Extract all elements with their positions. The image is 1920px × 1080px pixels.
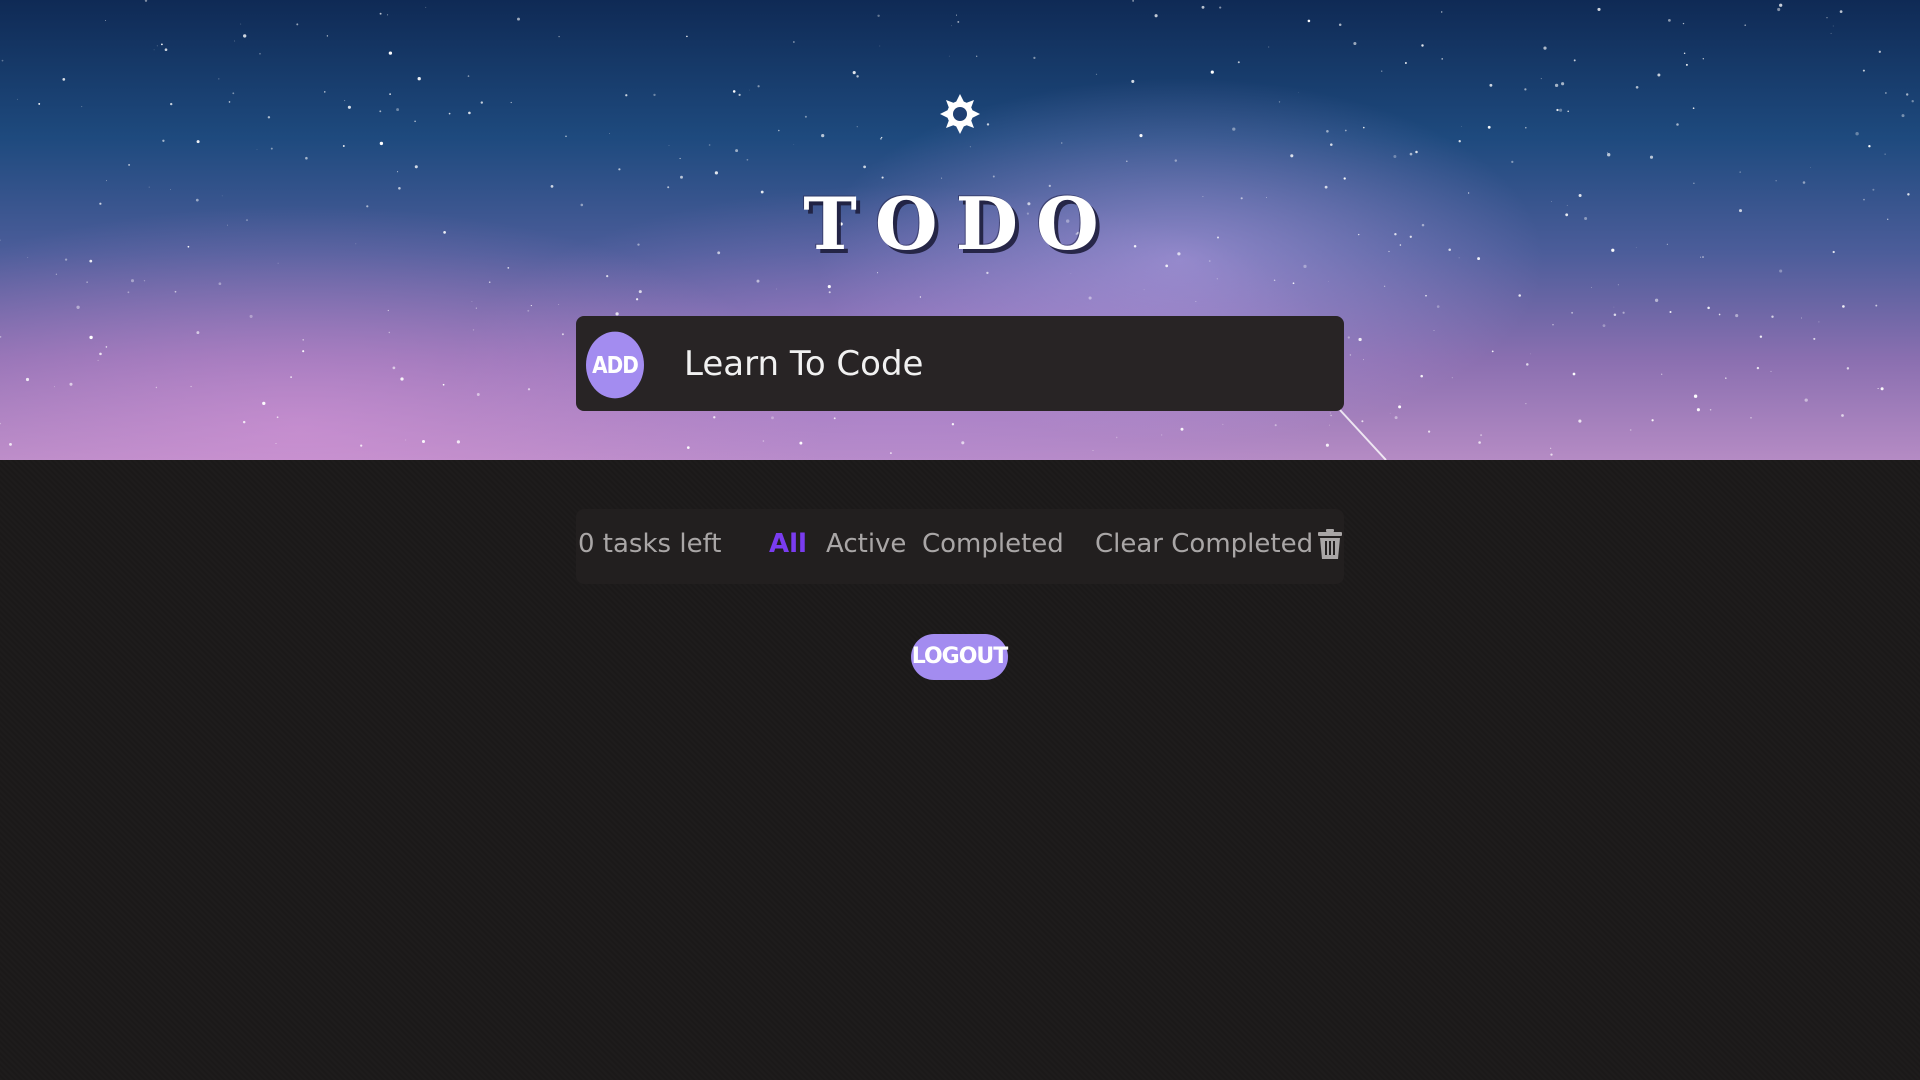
filter-active[interactable]: Active [826, 529, 906, 559]
tasks-left-count: 0 tasks left [578, 529, 722, 559]
filter-bar: 0 tasks left All Active Completed Clear … [576, 509, 1344, 584]
clear-completed-button[interactable]: Clear Completed [1095, 529, 1313, 559]
trash-icon[interactable] [1317, 529, 1343, 559]
filter-all[interactable]: All [769, 529, 807, 559]
theme-toggle-button[interactable] [939, 93, 981, 135]
new-todo-bar: ADD [576, 316, 1344, 411]
sun-icon [940, 94, 980, 134]
page-title: TODO [803, 181, 1117, 266]
filter-completed[interactable]: Completed [922, 529, 1064, 559]
add-button[interactable]: ADD [586, 331, 644, 399]
logout-button[interactable]: LOGOUT [911, 634, 1008, 680]
new-todo-input[interactable] [682, 338, 1326, 390]
